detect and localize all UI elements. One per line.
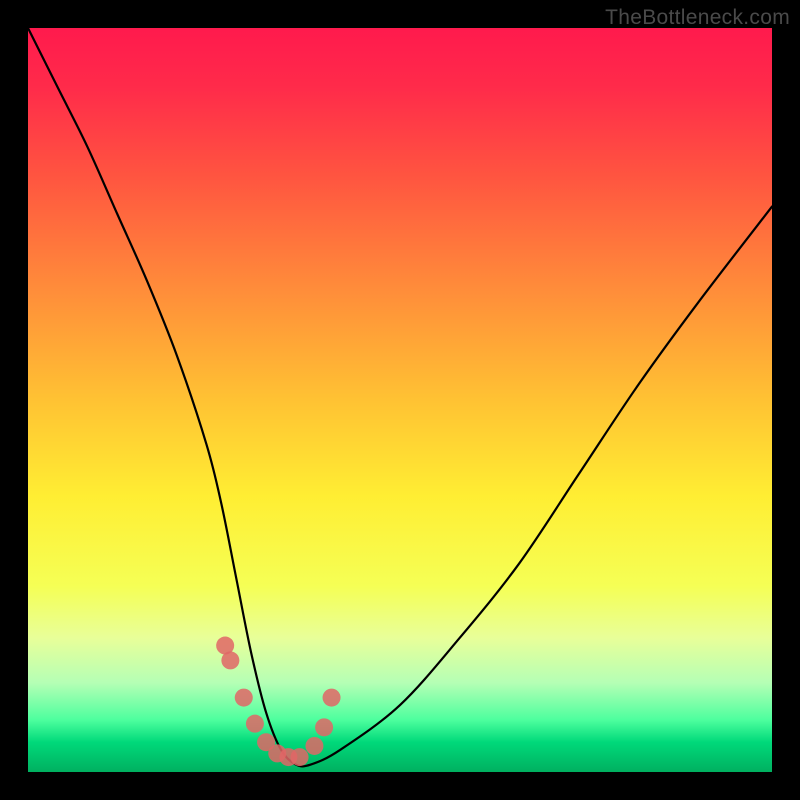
- plot-area: [28, 28, 772, 772]
- chart-frame: TheBottleneck.com: [0, 0, 800, 800]
- watermark-text: TheBottleneck.com: [605, 6, 790, 30]
